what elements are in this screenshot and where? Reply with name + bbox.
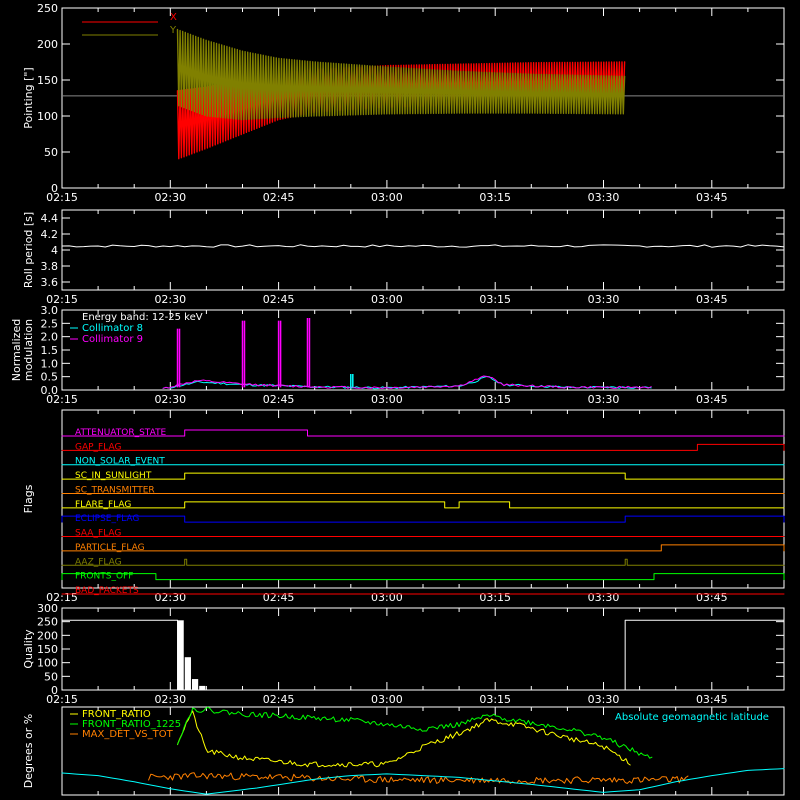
flags-x-tick-label: 03:30 (588, 591, 620, 604)
roll-x-tick-label: 02:30 (154, 293, 186, 306)
modulation-y-tick-label: 1.0 (41, 357, 59, 370)
roll-x-tick-label: 03:15 (479, 293, 511, 306)
pointing-x-tick-label: 03:15 (479, 191, 511, 204)
quality-x-tick-label: 03:00 (371, 693, 403, 706)
pointing-x-tick-label: 03:00 (371, 191, 403, 204)
modulation-y-tick-label: 2.5 (41, 317, 59, 330)
quality-bar (191, 679, 199, 690)
flags-x-tick-label: 03:45 (696, 591, 728, 604)
roll-y-tick-label: 4.4 (41, 212, 59, 225)
flags-frame (61, 409, 785, 589)
quality-y-tick-label: 200 (37, 629, 58, 642)
quality-x-tick-label: 02:30 (154, 693, 186, 706)
pointing-y-tick-label: 200 (37, 38, 58, 51)
roll-y-tick-label: 3.6 (41, 276, 59, 289)
modulation-x-tick-label: 03:30 (588, 393, 620, 406)
modulation-x-tick-label: 03:15 (479, 393, 511, 406)
pointing-x-tick-label: 03:30 (588, 191, 620, 204)
quality-x-tick-label: 02:45 (263, 693, 295, 706)
quality-x-tick-label: 03:15 (479, 693, 511, 706)
modulation-series-1 (162, 375, 652, 389)
ratio-series-1 (177, 706, 653, 759)
flags-x-tick-label: 02:30 (154, 591, 186, 604)
modulation-x-tick-label: 02:30 (154, 393, 186, 406)
quality-x-tick-label: 03:30 (588, 693, 620, 706)
pointing-y-axis-label: Pointing ["] (22, 67, 35, 128)
pointing-series-y (176, 28, 626, 121)
pointing-x-tick-label: 02:45 (263, 191, 295, 204)
legend-label-x: X (170, 12, 177, 23)
flags-x-tick-label: 02:45 (263, 591, 295, 604)
modulation-legend-label: Collimator 8 (82, 323, 143, 334)
roll-x-tick-label: 02:45 (263, 293, 295, 306)
pointing-x-tick-label: 03:45 (696, 191, 728, 204)
modulation-x-tick-label: 02:45 (263, 393, 295, 406)
roll-y-tick-label: 4 (51, 244, 58, 257)
roll-x-tick-label: 03:45 (696, 293, 728, 306)
modulation-y-axis-label-line: modulation (22, 319, 35, 381)
roll-frame (61, 209, 785, 291)
modulation-y-tick-label: 2.0 (41, 331, 59, 344)
quality-x-tick-label: 03:45 (696, 693, 728, 706)
ratio-series-2 (148, 772, 689, 784)
quality-y-tick-label: 50 (44, 670, 58, 683)
modulation-x-tick-label: 03:45 (696, 393, 728, 406)
geomagnetic-latitude-annotation: Absolute geomagnetic latitude (615, 712, 769, 723)
flag-trace-gap_flag (61, 443, 785, 451)
modulation-y-tick-label: 0.0 (41, 384, 59, 397)
flag-trace-flare_flag (61, 501, 785, 509)
quality-y-tick-label: 250 (37, 616, 58, 629)
flags-x-tick-label: 03:00 (371, 591, 403, 604)
quality-bar (177, 620, 184, 690)
modulation-x-tick-label: 03:00 (371, 393, 403, 406)
roll-y-tick-label: 4.2 (41, 228, 59, 241)
quality-y-tick-label: 300 (37, 602, 58, 615)
modulation-legend-label: Collimator 9 (82, 334, 143, 345)
modulation-y-axis-label: Normalizedmodulation (10, 319, 35, 381)
pointing-y-tick-label: 50 (44, 146, 58, 159)
flag-trace-particle_flag (61, 544, 785, 552)
pointing-y-tick-label: 250 (37, 2, 58, 15)
modulation-legend-title: Energy band: 12-25 keV (82, 312, 203, 323)
pointing-y-tick-label: 100 (37, 110, 58, 123)
flags-y-axis-label: Flags (22, 484, 35, 513)
multi-panel-chart: 02:15 02:30 02:45 03:00 03:15 03:30 03:4505010… (10, 2, 785, 796)
quality-bar (199, 685, 206, 690)
flag-trace-fronts_off (61, 573, 785, 581)
flags-x-tick-label: 03:15 (479, 591, 511, 604)
quality-step (624, 619, 785, 691)
modulation-y-tick-label: 3.0 (41, 304, 59, 317)
legend-label-y: Y (169, 25, 177, 36)
quality-y-tick-label: 100 (37, 657, 58, 670)
modulation-y-tick-label: 1.5 (41, 344, 59, 357)
flag-trace-attenuator_state (61, 429, 785, 437)
roll-period-series (61, 244, 785, 248)
pointing-x-tick-label: 02:30 (154, 191, 186, 204)
ratios-y-axis-label: Degrees or % (22, 714, 35, 788)
flag-trace-aaz_flag (61, 558, 785, 566)
modulation-y-tick-label: 0.5 (41, 371, 59, 384)
ratio-series-0 (177, 710, 631, 768)
pointing-y-tick-label: 150 (37, 74, 58, 87)
pointing-y-tick-label: 0 (51, 182, 58, 195)
flag-trace-sc_in_sunlight (61, 472, 785, 480)
ratio-legend-label: MAX_DET_VS_TOT (82, 729, 174, 740)
roll-y-axis-label: Roll period [s] (22, 212, 35, 288)
quality-y-axis-label: Quality (22, 629, 35, 669)
roll-y-tick-label: 3.8 (41, 260, 59, 273)
quality-y-tick-label: 150 (37, 643, 58, 656)
roll-x-tick-label: 03:30 (588, 293, 620, 306)
quality-step (61, 619, 179, 691)
quality-y-tick-label: 0 (51, 684, 58, 697)
flag-trace-eclipse_flag (61, 515, 785, 523)
roll-x-tick-label: 03:00 (371, 293, 403, 306)
quality-bar (184, 657, 191, 690)
